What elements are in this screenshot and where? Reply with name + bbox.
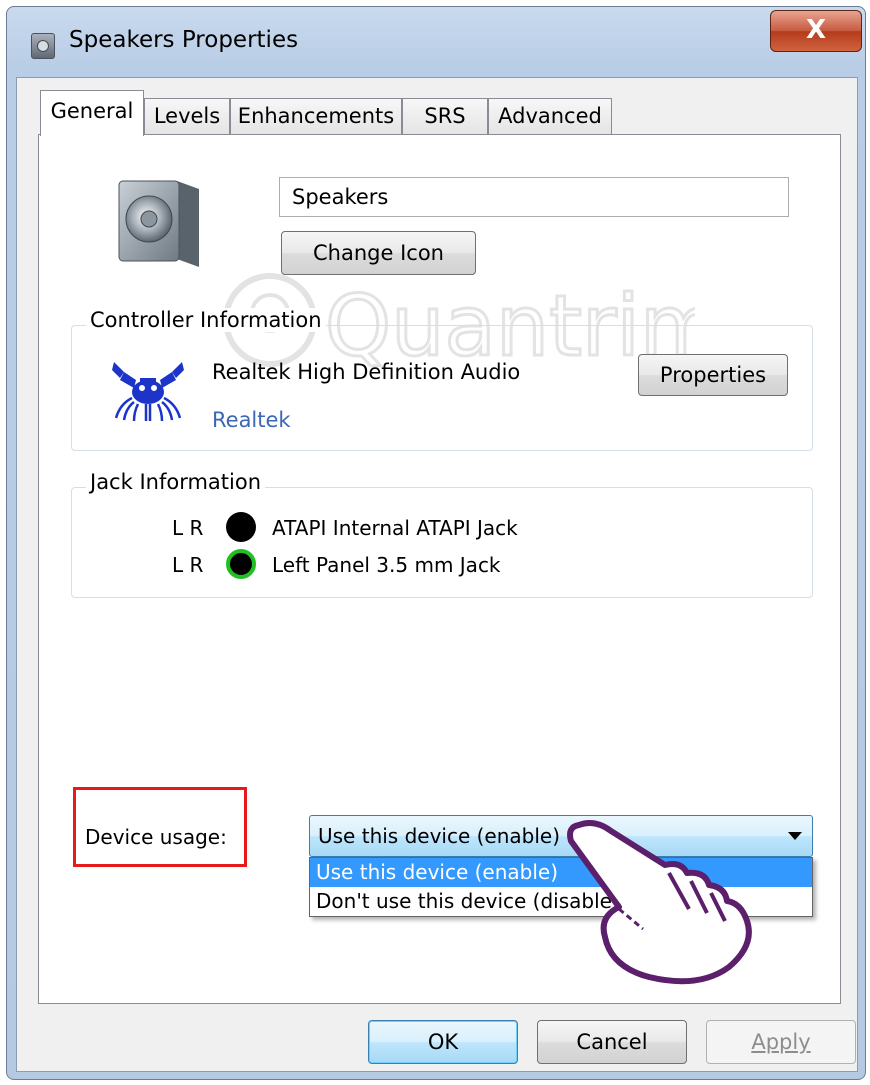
tab-levels[interactable]: Levels	[144, 98, 230, 135]
apply-button[interactable]: Apply	[706, 1020, 856, 1064]
controller-information-label: Controller Information	[86, 308, 326, 332]
device-name-input[interactable]	[279, 177, 789, 217]
jack-color-black-icon	[226, 512, 256, 542]
jack-name: Left Panel 3.5 mm Jack	[272, 553, 501, 577]
jack-color-green-icon	[226, 549, 256, 579]
device-usage-label: Device usage:	[85, 825, 227, 849]
speaker-icon	[31, 33, 55, 59]
jack-channels: L R	[172, 553, 204, 577]
tab-enhancements[interactable]: Enhancements	[230, 98, 402, 135]
controller-properties-button[interactable]: Properties	[638, 354, 788, 396]
jack-information-label: Jack Information	[86, 470, 266, 494]
controller-name: Realtek High Definition Audio	[212, 360, 521, 384]
general-tab-panel: Change Icon Quantrimang Controller Infor…	[38, 134, 841, 1004]
tab-advanced[interactable]: Advanced	[488, 98, 612, 135]
jack-name: ATAPI Internal ATAPI Jack	[272, 516, 518, 540]
ok-button[interactable]: OK	[368, 1020, 518, 1064]
tab-general[interactable]: General	[40, 90, 144, 136]
controller-information-group: Controller Information Realtek High Defi…	[71, 308, 813, 451]
window-title: Speakers Properties	[69, 27, 299, 53]
close-button[interactable]: X	[770, 10, 862, 52]
cancel-button[interactable]: Cancel	[537, 1020, 687, 1064]
tab-srs[interactable]: SRS	[402, 98, 488, 135]
controller-vendor-link[interactable]: Realtek	[212, 408, 291, 432]
realtek-crab-logo	[112, 362, 184, 422]
jack-channels: L R	[172, 516, 204, 540]
dialog-client-area: General Levels Enhancements SRS Advanced	[16, 77, 858, 1072]
jack-information-group: Jack Information L R ATAPI Internal ATAP…	[71, 470, 813, 598]
title-bar[interactable]: Speakers Properties X	[7, 7, 865, 69]
speakers-properties-window: Speakers Properties X General Levels Enh…	[6, 6, 866, 1080]
device-usage-selected-value: Use this device (enable)	[318, 824, 561, 848]
dropdown-arrow-icon[interactable]	[788, 832, 802, 840]
speaker-icon	[118, 180, 199, 267]
pointing-hand-icon	[567, 820, 752, 985]
